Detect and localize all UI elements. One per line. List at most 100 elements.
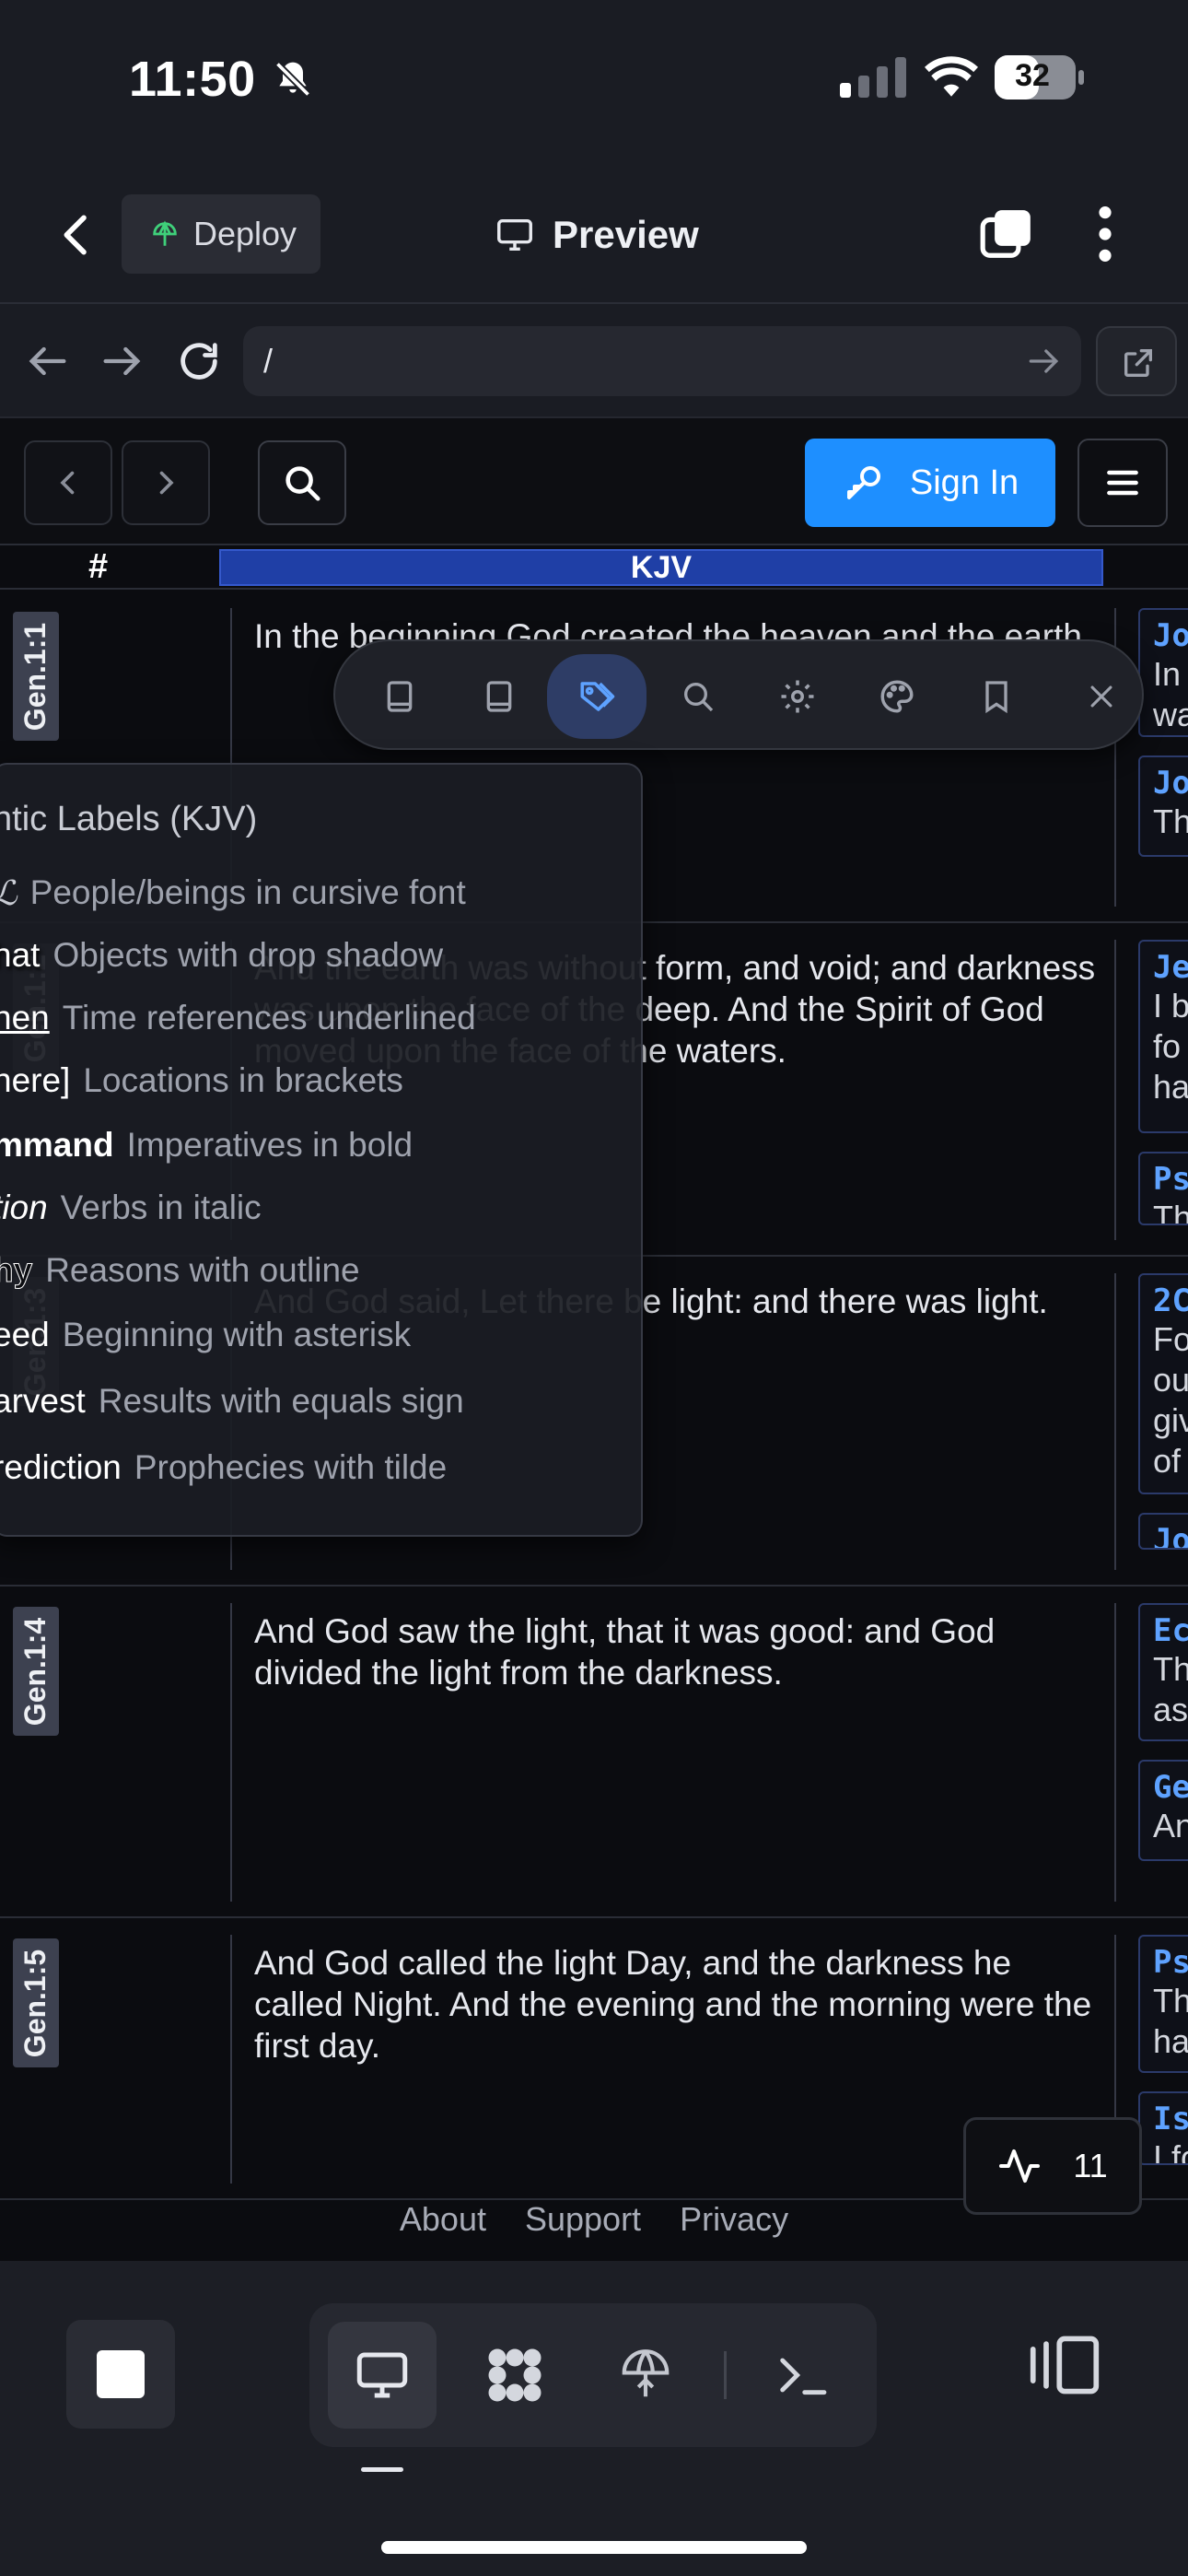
- cross-ref-card[interactable]: Jo Th: [1138, 755, 1188, 857]
- cross-ref-snippet: ou: [1153, 1361, 1188, 1399]
- external-link-icon: [1124, 349, 1152, 377]
- cross-ref-snippet: Fo: [1153, 1320, 1188, 1358]
- open-external-button[interactable]: [1096, 326, 1177, 396]
- search-button[interactable]: [258, 440, 346, 525]
- more-menu-icon[interactable]: [1087, 204, 1124, 264]
- footer-links: About Support Privacy: [0, 2200, 1188, 2255]
- column-kjv-header[interactable]: KJV: [219, 549, 1103, 586]
- about-link[interactable]: About: [400, 2200, 486, 2255]
- stop-button[interactable]: [66, 2320, 175, 2429]
- hamburger-menu-button[interactable]: [1077, 439, 1168, 527]
- label-legend-row: hy Reasons with outline: [0, 1251, 360, 1290]
- verse-text[interactable]: And God called the light Day, and the da…: [254, 1942, 1101, 2067]
- cross-ref-card[interactable]: Ps Th ha: [1138, 1935, 1188, 2073]
- chevron-left-icon: [60, 471, 75, 495]
- prev-chapter-button[interactable]: [24, 440, 112, 525]
- book-alt-icon[interactable]: [470, 667, 529, 726]
- cross-ref-card[interactable]: 2CFoougivof: [1138, 1273, 1188, 1494]
- status-time: 11:50: [129, 52, 256, 107]
- verse-ref-label: Gen.1:1: [18, 622, 52, 731]
- wifi-icon: [925, 56, 978, 97]
- label-description: Results with equals sign: [98, 1382, 464, 1420]
- url-go-arrow-icon[interactable]: [1024, 341, 1065, 381]
- label-legend-row: hat Objects with drop shadow: [0, 936, 443, 975]
- deploy-icon: [153, 220, 177, 246]
- support-link[interactable]: Support: [525, 2200, 641, 2255]
- back-chevron-icon[interactable]: [52, 209, 103, 261]
- deploy-button[interactable]: Deploy: [122, 194, 320, 274]
- tags-icon[interactable]: [547, 654, 646, 739]
- column-number-header: #: [88, 547, 109, 586]
- label-example: hen: [0, 999, 50, 1036]
- app-header: Deploy Preview: [0, 161, 1188, 304]
- bottom-dock: [0, 2261, 1188, 2576]
- cross-ref-card[interactable]: Ec Th as: [1138, 1603, 1188, 1741]
- cross-ref-card[interactable]: Je I b fo ha: [1138, 940, 1188, 1133]
- table-header: # KJV: [0, 545, 1188, 590]
- browser-back-icon[interactable]: [24, 337, 72, 385]
- bell-muted-icon: [274, 61, 311, 98]
- cross-ref-snippet: as: [1153, 1691, 1188, 1728]
- cross-ref-snippet: Th: [1153, 802, 1188, 840]
- activity-count: 11: [1073, 2147, 1108, 2184]
- label-example: tion: [0, 1188, 48, 1226]
- verse-divider: [230, 1935, 232, 2184]
- next-chapter-button[interactable]: [122, 440, 210, 525]
- reload-icon[interactable]: [175, 337, 223, 385]
- bookmark-icon[interactable]: [967, 667, 1026, 726]
- label-legend-row: arvest Results with equals sign: [0, 1382, 464, 1421]
- deploy-dock-button[interactable]: [591, 2322, 700, 2429]
- label-example: mmand: [0, 1126, 114, 1164]
- cross-ref-snippet: of: [1153, 1442, 1182, 1480]
- cross-ref-snippet: fo: [1153, 1027, 1182, 1065]
- privacy-link[interactable]: Privacy: [680, 2200, 788, 2255]
- dock-separator: [724, 2351, 727, 2399]
- search-tool-icon[interactable]: [669, 667, 728, 726]
- tabs-icon[interactable]: [976, 205, 1037, 263]
- url-input[interactable]: /: [243, 326, 1081, 396]
- cross-ref-snippet: ha: [1153, 2022, 1188, 2060]
- url-bar: /: [0, 304, 1188, 418]
- apps-dock-button[interactable]: [460, 2322, 569, 2429]
- terminal-dock-button[interactable]: [748, 2322, 856, 2429]
- key-icon: [846, 466, 880, 499]
- label-example: ℒ: [0, 873, 17, 913]
- chevron-right-icon: [159, 471, 174, 495]
- monitor-icon: [497, 218, 532, 252]
- split-view-icon[interactable]: [1028, 2333, 1101, 2397]
- close-icon[interactable]: [1072, 667, 1131, 726]
- verse-text[interactable]: And God saw the light, that it was good:…: [254, 1610, 1101, 1693]
- verse-ref-badge[interactable]: Gen.1:5: [13, 1938, 59, 2067]
- cross-ref-card[interactable]: Ps Th: [1138, 1152, 1188, 1225]
- cross-ref-card[interactable]: JoInwa: [1138, 608, 1188, 737]
- cross-ref-title: Jo: [1153, 617, 1188, 654]
- palette-icon[interactable]: [868, 667, 926, 726]
- label-description: Imperatives in bold: [126, 1126, 413, 1164]
- site-toolbar: Sign In: [0, 418, 1188, 545]
- verse-ref-badge[interactable]: Gen.1:4: [13, 1607, 59, 1736]
- cross-ref-snippet: Th: [1153, 1982, 1188, 2020]
- dock-group: [309, 2303, 877, 2447]
- search-icon: [285, 466, 320, 501]
- semantic-labels-panel: ntic Labels (KJV) ℒ People/beings in curs…: [0, 763, 643, 1537]
- activity-icon: [999, 2149, 1041, 2183]
- settings-gear-icon[interactable]: [768, 667, 827, 726]
- cross-ref-card[interactable]: GeAn an: [1138, 1760, 1188, 1861]
- verse-ref-label: Gen.1:5: [18, 1949, 52, 2057]
- preview-title: Preview: [494, 207, 699, 263]
- label-description: Time references underlined: [62, 999, 476, 1036]
- verse-divider: [230, 1603, 232, 1902]
- label-description: Verbs in italic: [60, 1188, 262, 1226]
- browser-forward-icon[interactable]: [98, 337, 146, 385]
- signal-icon: [840, 57, 906, 98]
- home-indicator: [381, 2541, 807, 2554]
- verse-ref-badge[interactable]: Gen.1:1: [13, 612, 59, 741]
- cross-ref-card[interactable]: IsI fo: [1138, 2091, 1188, 2165]
- book-icon[interactable]: [370, 667, 429, 726]
- deploy-dock-icon: [622, 2349, 670, 2397]
- preview-label: Preview: [553, 213, 699, 256]
- sign-in-button[interactable]: Sign In: [805, 439, 1055, 527]
- preview-dock-button[interactable]: [328, 2322, 437, 2429]
- verse-row: Gen.1:4 And God saw the light, that it wa…: [0, 1587, 1188, 1918]
- cross-ref-card[interactable]: Jo: [1138, 1513, 1188, 1550]
